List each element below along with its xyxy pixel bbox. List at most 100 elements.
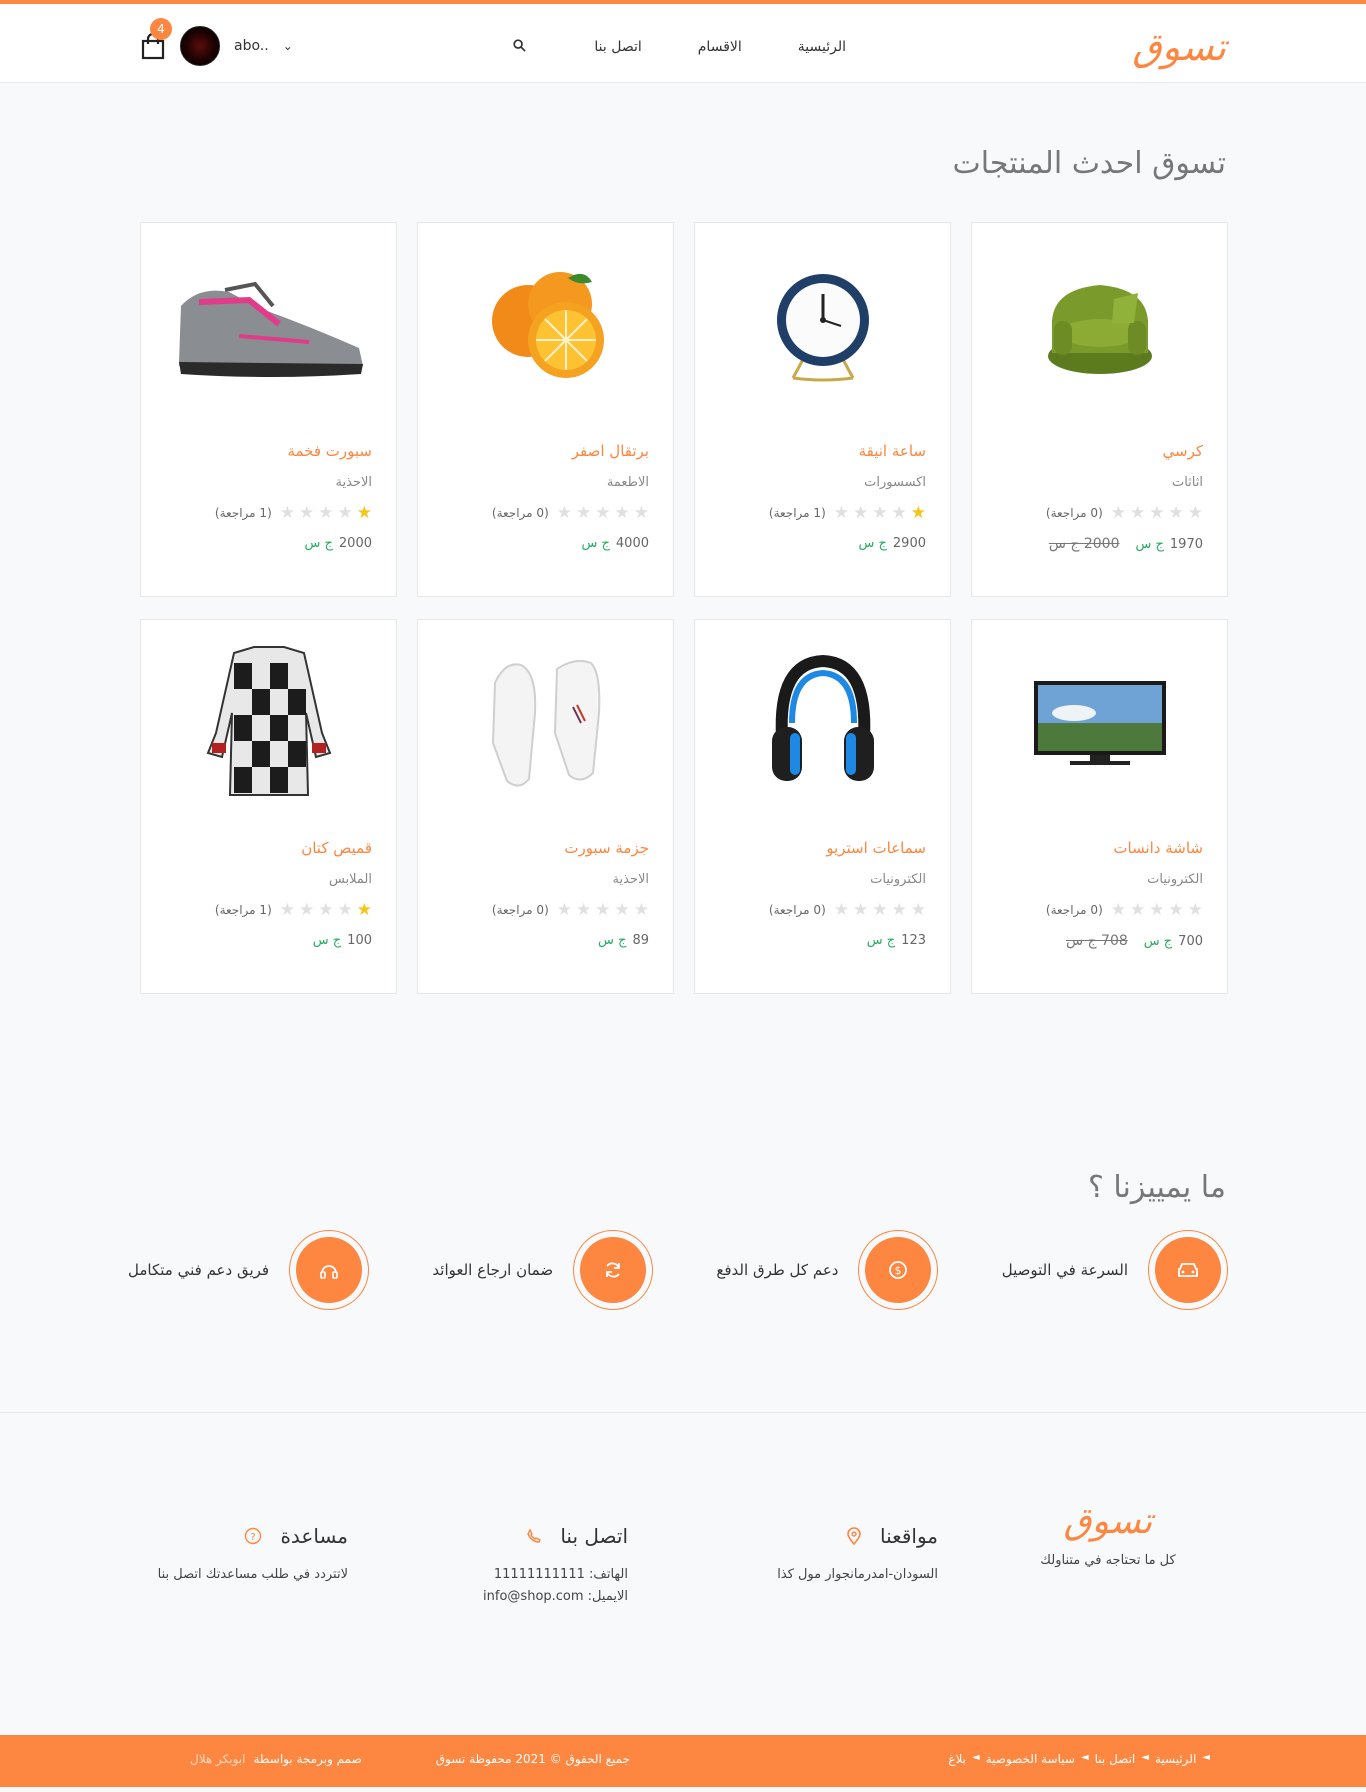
- author-name[interactable]: ابوبكر هلال: [190, 1752, 245, 1766]
- star-icon: ★: [1130, 900, 1146, 920]
- star-icon: ★: [279, 900, 295, 920]
- star-icon: ★: [576, 900, 592, 920]
- clock-image: [776, 273, 869, 381]
- bottom-link-home[interactable]: الرئيسية: [1155, 1752, 1196, 1766]
- product-card[interactable]: برتقال اصفر الاطعمة ★ ★ ★ ★ ★ (0 مراجعة) 400…: [417, 222, 674, 597]
- footer-locations-title: مواقعنا: [880, 1524, 938, 1548]
- product-rating: ★ ★ ★ ★ ★ (0 مراجعة): [442, 504, 649, 522]
- footer-contact-email[interactable]: الايميل: info@shop.com: [483, 1586, 628, 1608]
- feature-label: فريق دعم فني متكامل: [128, 1261, 270, 1279]
- star-icon: ★: [337, 503, 353, 523]
- caret-left-icon: ◄: [972, 1752, 980, 1763]
- product-image[interactable]: [442, 620, 649, 825]
- bottom-link-report[interactable]: بلاغ: [948, 1752, 966, 1766]
- star-icon: ★: [1110, 503, 1126, 523]
- caret-left-icon: ◄: [1141, 1752, 1149, 1763]
- product-image[interactable]: [442, 223, 649, 428]
- star-icon: ★: [872, 900, 888, 920]
- review-count: (1 مراجعة): [768, 506, 826, 520]
- product-image[interactable]: [719, 620, 926, 825]
- refresh-icon: [606, 1262, 620, 1278]
- headphones-icon: [320, 1265, 338, 1279]
- old-price: 708 ج س: [1066, 933, 1128, 949]
- caret-left-icon: ◄: [1080, 1752, 1089, 1763]
- star-icon: ★: [356, 503, 372, 523]
- nav-home[interactable]: الرئيسية: [798, 32, 846, 62]
- star-icon: ★: [1149, 503, 1165, 523]
- footer-help-title: مساعدة: [280, 1524, 348, 1548]
- product-category: الاطعمة: [606, 475, 649, 490]
- avatar[interactable]: [180, 26, 220, 66]
- footer-brand: تسوق كل ما تحتاجه في متناولك: [1028, 1500, 1188, 1572]
- product-category: الملابس: [328, 872, 372, 887]
- footer-logo[interactable]: تسوق: [1028, 1500, 1188, 1544]
- product-price: 123 ج س: [719, 933, 926, 948]
- price-value: 2000: [338, 536, 372, 551]
- product-name[interactable]: كرسي: [996, 440, 1204, 462]
- product-card[interactable]: جزمة سبورت الاحذية ★ ★ ★ ★ ★ (0 مراجعة) 89 ج…: [417, 619, 674, 994]
- currency: ج س: [1135, 537, 1164, 552]
- nav-categories[interactable]: الاقسام: [698, 32, 742, 62]
- cart-button[interactable]: 4: [138, 18, 172, 60]
- tv-image: [1033, 680, 1166, 765]
- shirt-image: [206, 645, 331, 796]
- site-logo[interactable]: تسوق: [1132, 22, 1226, 72]
- review-count: (0 مراجعة): [491, 506, 549, 520]
- star-icon: ★: [1149, 900, 1165, 920]
- product-name[interactable]: سبورت فخمة: [165, 440, 372, 462]
- product-card[interactable]: قميص كتان الملابس ★ ★ ★ ★ ★ (1 مراجعة) 100 ج…: [140, 619, 397, 994]
- star-icon: ★: [853, 503, 869, 523]
- svg-text:$: $: [895, 1264, 902, 1277]
- product-name[interactable]: جزمة سبورت: [442, 837, 649, 859]
- product-category: اثاثات: [1171, 475, 1203, 490]
- review-count: (1 مراجعة): [214, 903, 272, 917]
- bottom-link-contact[interactable]: اتصل بنا: [1095, 1752, 1136, 1766]
- product-image[interactable]: [165, 620, 372, 825]
- footer-contact-phone: الهاتف: 11111111111: [493, 1567, 628, 1582]
- footer-help: مساعدة ? لاتتردد في طلب مساعدتك اتصل بنا: [158, 1520, 348, 1586]
- product-image[interactable]: [996, 620, 1203, 825]
- designed-by: صمم وبرمجة بواسطة ابوبكر هلال: [190, 1752, 362, 1766]
- location-pin-icon: [847, 1527, 861, 1545]
- product-image[interactable]: [165, 223, 372, 428]
- cart-count-badge: 4: [150, 18, 172, 40]
- footer-contact-title: اتصل بنا: [560, 1524, 628, 1548]
- features-title: ما يمييزنا ؟: [1087, 1170, 1226, 1205]
- product-card[interactable]: سماعات استريو الكترونيات ★ ★ ★ ★ ★ (0 مراجعة…: [694, 619, 951, 994]
- product-name[interactable]: شاشة دانسات: [996, 837, 1203, 859]
- nav-contact[interactable]: اتصل بنا: [594, 32, 641, 62]
- product-image[interactable]: [719, 223, 926, 428]
- user-name[interactable]: abo..: [234, 38, 269, 54]
- product-card[interactable]: ساعة انيقة اكسسورات ★ ★ ★ ★ ★ (1 مراجعة) 290…: [694, 222, 951, 597]
- star-icon: ★: [1110, 900, 1126, 920]
- product-name[interactable]: سماعات استريو: [719, 837, 926, 859]
- product-rating: ★ ★ ★ ★ ★ (0 مراجعة): [719, 901, 926, 919]
- product-name[interactable]: ساعة انيقة: [719, 440, 926, 462]
- star-icon: ★: [595, 503, 611, 523]
- price-value: 2900: [892, 536, 926, 551]
- product-card[interactable]: شاشة دانسات الكترونيات ★ ★ ★ ★ ★ (0 مراجعة) …: [971, 619, 1228, 994]
- product-rating: ★ ★ ★ ★ ★ (1 مراجعة): [165, 901, 372, 919]
- main-nav: الرئيسية الاقسام اتصل بنا: [513, 32, 846, 62]
- footer-tagline: كل ما تحتاجه في متناولك: [1040, 1553, 1176, 1568]
- product-card[interactable]: سبورت فخمة الاحذية ★ ★ ★ ★ ★ (1 مراجعة) 2000…: [140, 222, 397, 597]
- product-image[interactable]: [996, 223, 1203, 428]
- product-rating: ★ ★ ★ ★ ★ (0 مراجعة): [996, 504, 1203, 522]
- features-row: السرعة في التوصيل $ دعم كل طرق الدفع ضما…: [128, 1230, 1228, 1310]
- star-icon: ★: [299, 900, 315, 920]
- search-icon[interactable]: [513, 32, 527, 62]
- product-name[interactable]: برتقال اصفر: [442, 440, 649, 462]
- product-name[interactable]: قميص كتان: [165, 837, 372, 859]
- product-rating: ★ ★ ★ ★ ★ (0 مراجعة): [996, 901, 1203, 919]
- star-icon: ★: [1168, 503, 1184, 523]
- old-price: 2000 ج س: [1048, 536, 1120, 552]
- product-category: الاحذية: [335, 475, 372, 490]
- star-icon: ★: [299, 503, 315, 523]
- chevron-down-icon[interactable]: ⌄: [283, 39, 293, 53]
- currency: ج س: [1143, 934, 1173, 949]
- star-icon: ★: [833, 503, 849, 523]
- price-value: 123: [901, 933, 926, 948]
- bottom-link-privacy[interactable]: سياسة الخصوصية: [986, 1752, 1075, 1766]
- car-icon: [1178, 1263, 1198, 1277]
- product-card[interactable]: كرسي اثاثات ★ ★ ★ ★ ★ (0 مراجعة) 1970 ج س 20…: [971, 222, 1228, 597]
